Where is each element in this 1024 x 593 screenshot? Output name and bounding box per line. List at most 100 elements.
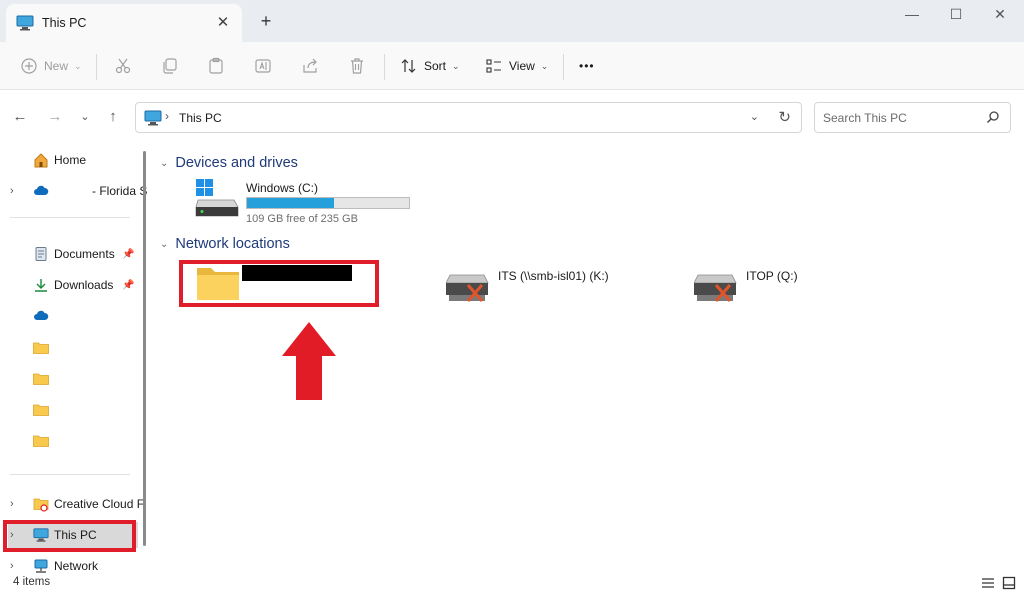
view-icon [486,59,501,73]
sidebar-item-folder[interactable] [0,366,140,392]
sidebar-scrollbar[interactable] [143,151,146,546]
sidebar-item-onedrive[interactable]: › - Florida S [0,178,147,204]
download-icon [35,279,47,292]
details-view-icon[interactable] [981,576,995,590]
pin-icon: 📌 [122,248,135,260]
arrow-right-icon: → [47,108,63,125]
chevron-right-icon[interactable]: › [10,498,14,510]
arrow-up-icon: ↑ [109,108,117,125]
monitor-icon [144,110,162,126]
item-count: 4 items [13,576,51,588]
back-button[interactable]: ← [9,106,31,128]
cut-button[interactable] [114,54,132,78]
sidebar-item-onedrive-pinned[interactable] [0,303,140,329]
view-label: View [509,59,535,73]
network-group-header[interactable]: ⌄ Network locations [160,236,290,252]
copy-icon [163,58,177,74]
folder-icon [33,342,49,354]
creative-cloud-folder-icon [33,498,49,512]
cloud-icon [34,310,49,320]
maximize-button[interactable]: ☐ [934,2,978,28]
sort-label: Sort [424,59,447,73]
chevron-right-icon[interactable]: › [10,560,14,572]
sidebar-item-label: Creative Cloud F [54,497,145,511]
refresh-icon[interactable]: ↻ [778,108,791,126]
minimize-button[interactable]: — [890,2,934,28]
annotation-arrow-up-icon [282,322,336,400]
network-location-name: ITOP (Q:) [746,269,798,283]
rename-icon [255,59,271,73]
address-dropdown-button[interactable]: ⌄ [750,110,759,123]
up-button[interactable]: ↑ [102,106,124,128]
divider [10,474,130,475]
home-icon [34,153,48,168]
address-path[interactable]: This PC [179,111,222,125]
sidebar-item-folder[interactable] [0,397,140,423]
paste-button[interactable] [207,54,225,78]
tab-title: This PC [42,16,87,30]
sidebar-item-folder[interactable] [0,428,140,454]
sidebar-item-home[interactable]: Home [0,147,140,173]
monitor-icon [16,15,34,31]
folder-icon [33,435,49,447]
sidebar-item-documents[interactable]: Documents 📌 [0,241,140,267]
close-window-button[interactable]: ✕ [978,2,1022,28]
sidebar-item-folder[interactable] [0,335,140,361]
network-location-item[interactable]: ITS (\\smb-isl01) (K:) [446,261,646,309]
network-icon [34,559,48,573]
copy-button[interactable] [161,54,179,78]
chevron-down-icon: ⌄ [540,60,549,71]
sidebar-item-label: Documents [54,247,115,261]
divider [384,54,385,80]
search-icon[interactable] [986,110,1000,124]
sidebar-item-downloads[interactable]: Downloads 📌 [0,272,140,298]
sort-button[interactable]: Sort ⌄ [400,54,460,78]
drive-item[interactable]: Windows (C:) 109 GB free of 235 GB [194,179,434,227]
chevron-down-icon: ⌄ [160,157,169,169]
annotation-highlight-box [3,520,136,552]
forward-button[interactable]: → [44,106,66,128]
new-button[interactable]: New ⌄ [20,54,82,78]
search-box[interactable]: Search This PC [814,102,1011,133]
plus-circle-icon [21,58,37,74]
windows-drive-icon [195,179,239,217]
command-bar: New ⌄ Sort ⌄ View ⌄ ••• [0,42,1024,90]
pin-icon: 📌 [122,279,135,291]
disconnected-network-drive-icon [446,274,489,302]
sidebar-item-label: - Florida S [92,184,148,198]
delete-button[interactable] [348,54,366,78]
title-bar: This PC ✕ + — ☐ ✕ [0,0,1024,42]
view-button[interactable]: View ⌄ [485,54,548,78]
more-options-button[interactable]: ••• [579,54,595,78]
navigation-pane: Home › - Florida S Documents 📌 Downloads… [0,143,152,573]
sort-icon [401,59,416,73]
clipboard-icon [209,57,223,74]
sidebar-item-label: Downloads [54,278,114,292]
chevron-down-icon: ⌄ [160,238,169,250]
new-tab-button[interactable]: + [254,10,278,34]
disconnected-network-drive-icon [694,274,737,302]
tab-this-pc[interactable]: This PC ✕ [6,4,242,42]
share-button[interactable] [301,54,319,78]
drive-usage-fill [247,198,334,208]
drive-usage-bar [246,197,410,209]
devices-group-header[interactable]: ⌄ Devices and drives [160,155,298,171]
address-bar[interactable]: › This PC ⌄ ↻ [135,102,802,133]
chevron-down-icon: ⌄ [74,60,82,71]
folder-icon [33,404,49,416]
search-input[interactable]: Search This PC [823,111,907,125]
annotation-highlight-box [179,260,379,307]
recent-locations-button[interactable]: ⌄ [74,106,96,128]
network-location-item[interactable]: ITOP (Q:) [694,261,874,309]
group-label: Devices and drives [175,155,298,171]
close-tab-button[interactable]: ✕ [212,12,234,34]
arrow-left-icon: ← [12,108,28,125]
chevron-right-icon[interactable]: › [10,185,14,197]
sidebar-item-creative-cloud[interactable]: › Creative Cloud F [0,491,144,517]
divider [563,54,564,80]
rename-button[interactable] [254,54,272,78]
drive-name: Windows (C:) [246,181,319,195]
sidebar-item-label: Home [54,153,87,167]
documents-icon [35,247,47,261]
tiles-view-icon[interactable] [1002,576,1016,590]
